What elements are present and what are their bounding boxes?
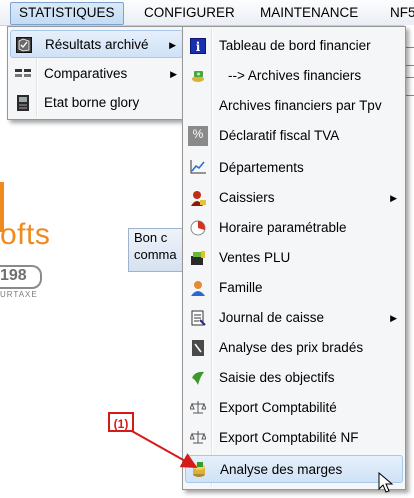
menu-item-label: Journal de caisse [219,310,325,325]
cash-register-icon [190,250,206,266]
mouse-cursor-icon [378,472,394,493]
percent-icon: % [188,126,208,146]
menu-item-journal-de-caisse[interactable]: Journal de caisse ▶ [185,304,403,332]
bon-commande-line-1: Bon c [134,230,168,245]
logo-number: 198 [0,267,27,284]
menu-item-label: Analyse des prix bradés [219,340,364,355]
bon-commande-line-2: comma [134,247,177,262]
menu-item-resultats-archive[interactable]: Résultats archivé ▶ [10,30,183,58]
scale-icon [189,430,207,446]
menu-item-label: Famille [219,280,263,295]
menu-statistiques[interactable]: STATISTIQUES [10,2,124,25]
menu-item-label: Résultats archivé [45,37,149,52]
menu-item-export-comptabilite-nf[interactable]: Export Comptabilité NF [185,424,403,452]
menu-item-label: Caissiers [219,190,275,205]
menu-item-label: Comparatives [44,66,128,81]
menu-item-label: Ventes PLU [219,250,291,265]
compare-grid-icon [15,66,31,82]
menu-item-label: Analyse des marges [220,462,343,477]
terminal-icon [15,95,31,111]
menu-item-famille[interactable]: Famille [185,274,403,302]
menu-item-export-comptabilite[interactable]: Export Comptabilité [185,394,403,422]
statistiques-dropdown: Résultats archivé ▶ Comparatives ▶ Etat … [7,26,186,120]
logo-text: ofts [0,218,51,251]
resultats-archive-submenu: i Tableau de bord financier --> Archives… [182,26,406,490]
menu-item-saisie-objectifs[interactable]: Saisie des objectifs [185,364,403,392]
margin-analysis-icon [191,462,207,478]
menu-item-label: --> Archives financiers [228,68,362,83]
money-icon [190,68,206,84]
info-icon: i [190,38,206,54]
menu-bar: STATISTIQUES CONFIGURER MAINTENANCE NF5 [0,0,414,26]
line-chart-icon [190,160,206,176]
menu-item-departements[interactable]: Départements [185,154,403,182]
clock-pie-icon [190,220,206,236]
menu-item-analyse-des-marges[interactable]: Analyse des marges [185,455,403,483]
price-tag-icon [190,340,206,356]
menu-item-label: Départements [219,160,304,175]
menu-item-caissiers[interactable]: Caissiers ▶ [185,184,403,212]
menu-item-analyse-prix-brades[interactable]: Analyse des prix bradés [185,334,403,362]
menu-item-comparatives[interactable]: Comparatives ▶ [10,60,183,88]
bon-commande-button[interactable]: Bon c comma [128,228,186,272]
user-icon [190,280,206,296]
menu-item-tableau-de-bord-financier[interactable]: i Tableau de bord financier [185,32,403,60]
menu-item-label: Export Comptabilité [219,400,337,415]
submenu-arrow-icon: ▶ [390,193,397,203]
archive-book-icon [16,37,32,53]
menu-item-label: Archives financiers par Tpv [219,98,382,113]
menu-item-label: Export Comptabilité NF [219,430,359,445]
menu-configurer[interactable]: CONFIGURER [136,2,243,23]
menu-item-label: Saisie des objectifs [219,370,335,385]
menu-nf5[interactable]: NF5 [382,2,414,23]
annotation-label: (1) [108,412,134,432]
menu-item-label: Horaire paramétrable [219,220,347,235]
menu-item-label: Tableau de bord financier [219,38,371,53]
submenu-arrow-icon: ▶ [390,313,397,323]
menu-item-archives-financiers-tpv[interactable]: Archives financiers par Tpv [185,92,403,120]
menu-maintenance[interactable]: MAINTENANCE [252,2,366,23]
submenu-arrow-icon: ▶ [170,69,177,79]
menu-item-horaire-parametrable[interactable]: Horaire paramétrable [185,214,403,242]
menu-item-ventes-plu[interactable]: Ventes PLU [185,244,403,272]
menu-item-archives-financiers[interactable]: --> Archives financiers [185,62,403,90]
menu-item-declaratif-fiscal-tva[interactable]: % Déclaratif fiscal TVA [185,122,403,150]
submenu-arrow-icon: ▶ [169,40,176,50]
target-icon [190,370,206,386]
menu-item-etat-borne-glory[interactable]: Etat borne glory [10,89,183,117]
scale-icon [189,400,207,416]
logo-caption: URTAXE [0,290,38,299]
menu-item-label: Etat borne glory [44,95,140,110]
cashier-icon [190,190,206,206]
journal-icon [190,310,206,326]
menu-item-label: Déclaratif fiscal TVA [219,128,340,143]
